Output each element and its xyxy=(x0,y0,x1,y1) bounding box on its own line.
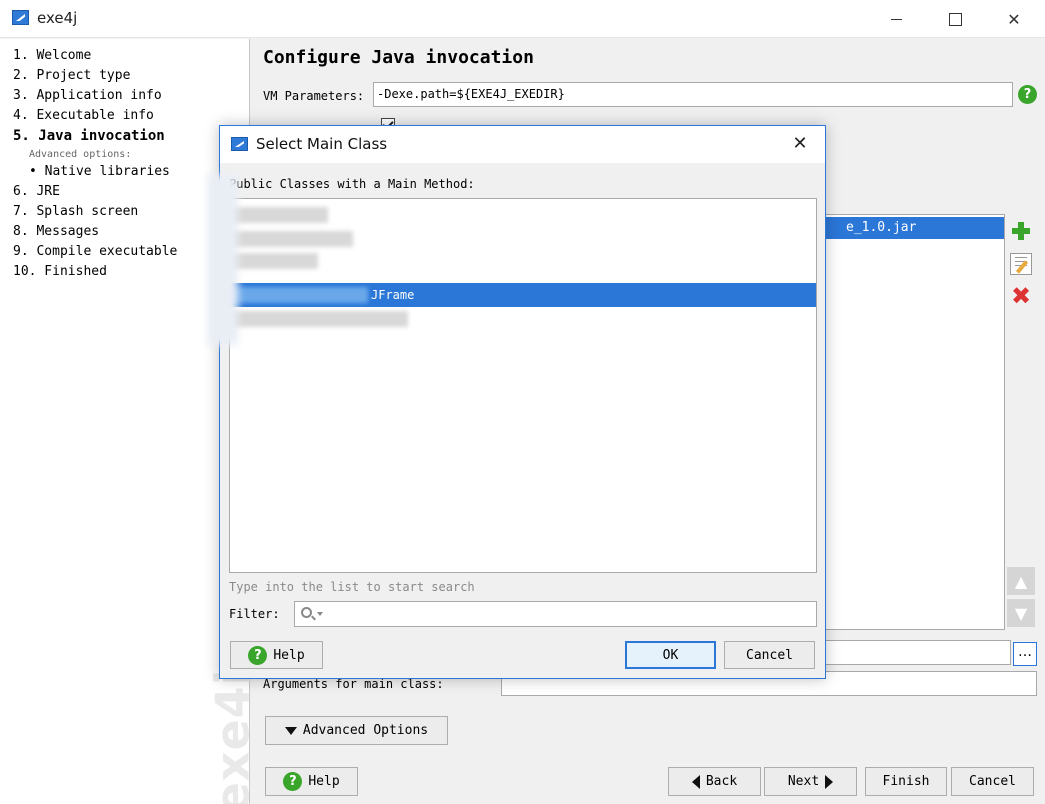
cancel-button[interactable]: Cancel xyxy=(951,767,1034,796)
dialog-help-button[interactable]: ? Help xyxy=(230,641,323,669)
back-arrow-icon xyxy=(691,774,700,789)
list-item[interactable] xyxy=(230,203,816,227)
list-item[interactable] xyxy=(230,307,816,331)
class-path-entry[interactable]: e_1.0.jar xyxy=(826,217,1004,239)
sidebar-step[interactable]: 3. Application info xyxy=(0,87,249,107)
finish-button[interactable]: Finish xyxy=(865,767,947,796)
exe4j-dialog-icon xyxy=(231,137,248,151)
vm-parameters-input[interactable]: -Dexe.path=${EXE4J_EXEDIR} xyxy=(373,82,1013,107)
search-hint: Type into the list to start search xyxy=(229,580,475,594)
class-list-label: Public Classes with a Main Method: xyxy=(229,177,475,191)
wizard-steps-sidebar: 1. Welcome 2. Project type 3. Application … xyxy=(0,39,260,804)
filter-input[interactable] xyxy=(294,601,817,627)
plus-icon xyxy=(1012,222,1030,240)
vm-parameters-help-icon[interactable]: ? xyxy=(1018,85,1037,104)
title-bar: exe4j ✕ xyxy=(0,0,1045,38)
chevron-down-icon xyxy=(317,612,323,616)
delete-icon: ✖ xyxy=(1010,282,1032,310)
page-title: Configure Java invocation xyxy=(263,47,534,68)
main-class-input[interactable] xyxy=(823,640,1011,665)
ok-button[interactable]: OK xyxy=(625,641,716,669)
exe4j-app-icon xyxy=(12,10,29,25)
vm-parameters-label: VM Parameters: xyxy=(263,89,365,103)
sidebar-step[interactable]: 5. Java invocation xyxy=(0,127,249,147)
search-icon xyxy=(301,607,312,618)
redaction-blur xyxy=(208,175,238,345)
main-class-list[interactable]: JFrame xyxy=(229,198,817,573)
list-item-selected[interactable]: JFrame xyxy=(230,283,816,307)
exe4j-watermark: exe4j xyxy=(205,668,260,804)
triangle-down-icon xyxy=(284,726,297,735)
remove-classpath-button[interactable]: ✖ xyxy=(1007,282,1035,310)
dialog-title: Select Main Class xyxy=(256,135,388,153)
arguments-label: Arguments for main class: xyxy=(263,677,444,691)
help-button[interactable]: ? Help xyxy=(265,767,358,796)
help-icon: ? xyxy=(248,645,268,665)
sidebar-step[interactable]: 2. Project type xyxy=(0,67,249,87)
sidebar-step[interactable]: 4. Executable info xyxy=(0,107,249,127)
sidebar-step[interactable]: 1. Welcome xyxy=(0,47,249,67)
add-classpath-button[interactable] xyxy=(1007,217,1035,245)
advanced-options-button[interactable]: Advanced Options xyxy=(265,716,448,745)
close-dialog-icon[interactable]: ✕ xyxy=(788,132,812,156)
edit-icon xyxy=(1010,253,1032,275)
sidebar-subheading: Advanced options: xyxy=(29,149,132,160)
class-path-list[interactable]: e_1.0.jar xyxy=(825,214,1005,630)
list-item[interactable] xyxy=(230,227,816,251)
maximize-button[interactable] xyxy=(926,0,984,38)
select-main-class-dialog: Select Main Class ✕ Public Classes with … xyxy=(219,125,826,679)
help-icon: ? xyxy=(283,772,303,791)
dialog-title-bar: Select Main Class ✕ xyxy=(220,126,825,163)
dialog-cancel-button[interactable]: Cancel xyxy=(724,641,815,669)
edit-classpath-button[interactable] xyxy=(1007,250,1035,278)
filter-label: Filter: xyxy=(229,607,280,621)
move-down-button[interactable]: ▼ xyxy=(1007,599,1035,627)
move-up-button[interactable]: ▲ xyxy=(1007,567,1035,595)
close-window-button[interactable]: ✕ xyxy=(985,0,1043,38)
minimize-button[interactable] xyxy=(867,0,925,38)
next-button[interactable]: Next xyxy=(764,767,857,796)
next-arrow-icon xyxy=(825,774,834,789)
back-button[interactable]: Back xyxy=(668,767,761,796)
list-item[interactable] xyxy=(230,249,816,273)
window-title: exe4j xyxy=(37,9,78,27)
browse-main-class-button[interactable]: … xyxy=(1013,642,1037,666)
